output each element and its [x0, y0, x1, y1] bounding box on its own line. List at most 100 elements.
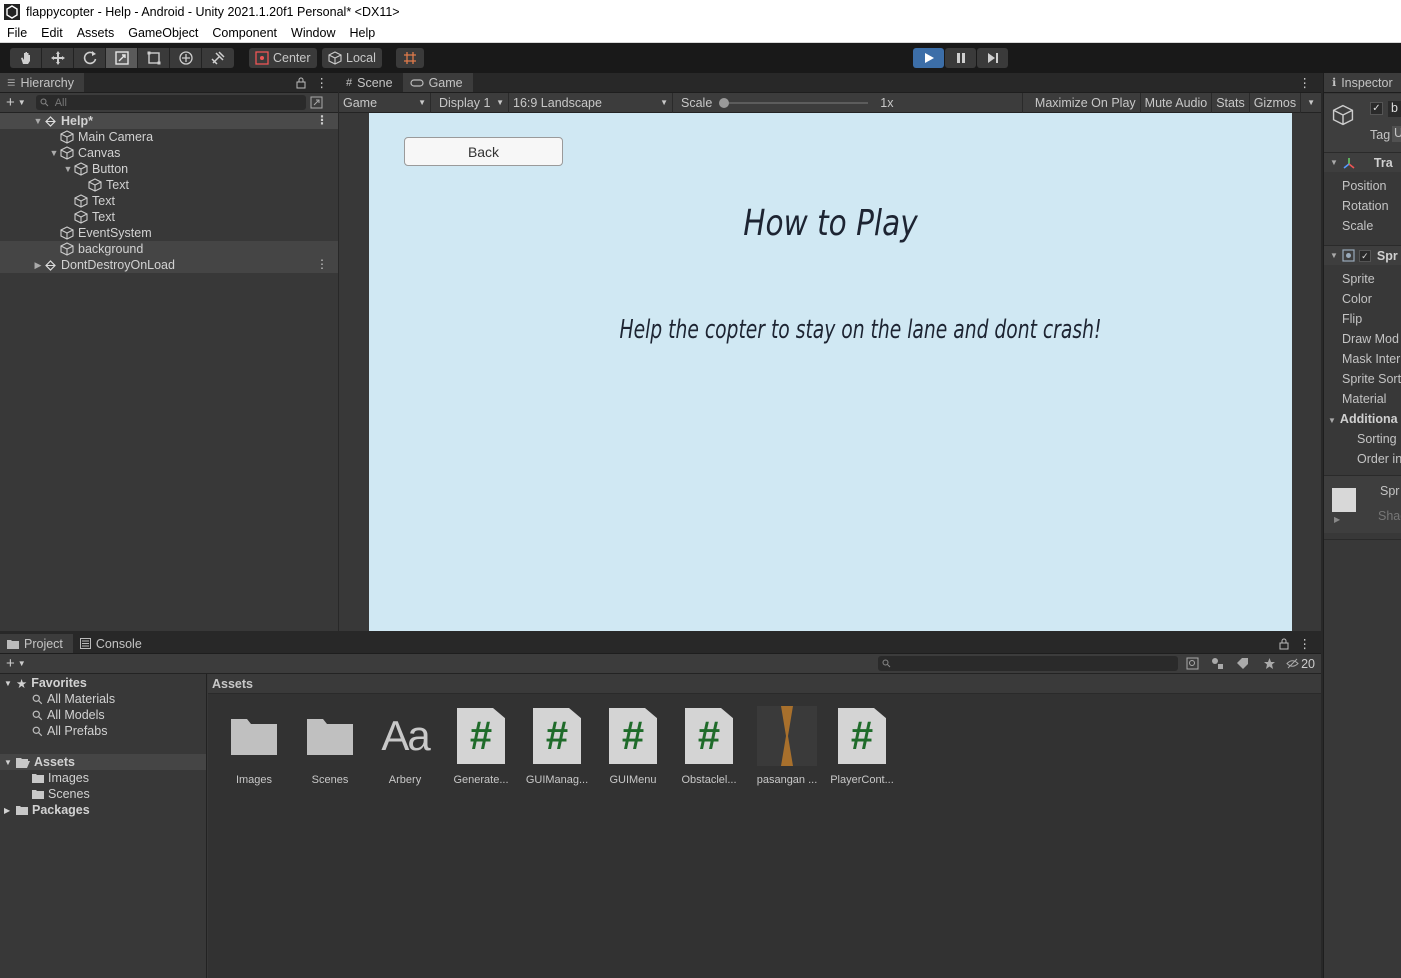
hidden-packages-toggle[interactable]: 20	[1286, 657, 1315, 671]
favorite-all-materials[interactable]: All Materials	[0, 691, 206, 707]
favorite-all-models[interactable]: All Models	[0, 707, 206, 723]
project-search-input[interactable]	[878, 656, 1179, 671]
game-mode-dropdown[interactable]: Game ▼	[339, 92, 431, 113]
tab-inspector[interactable]: ℹ Inspector	[1324, 73, 1401, 92]
filter-by-type-icon[interactable]	[1211, 657, 1224, 670]
chevron-down-icon[interactable]: ▼	[18, 659, 26, 668]
scale-slider-thumb[interactable]	[719, 97, 730, 108]
hierarchy-menu-icon[interactable]: ⋮	[316, 75, 329, 92]
lock-icon[interactable]	[296, 77, 306, 89]
mute-audio-toggle[interactable]: Mute Audio	[1141, 92, 1213, 113]
favorites-star-icon[interactable]	[1263, 657, 1276, 670]
move-tool-button[interactable]	[42, 48, 74, 68]
gizmos-dropdown[interactable]: ▼	[1301, 93, 1321, 113]
asset-tile[interactable]: Images	[216, 706, 292, 786]
hierarchy-item-background[interactable]: background	[0, 241, 338, 257]
tab-game[interactable]: Game	[402, 73, 473, 92]
favorites-foldout[interactable]: ▼ ★ Favorites	[0, 675, 206, 691]
filter-by-label-icon[interactable]	[1236, 657, 1249, 670]
tab-hierarchy[interactable]: Hierarchy	[0, 73, 84, 92]
hierarchy-toolbar: + ▼ All	[0, 93, 338, 113]
rect-tool-button[interactable]	[138, 48, 170, 68]
scale-tool-button[interactable]	[106, 48, 138, 68]
lock-icon[interactable]	[1279, 638, 1289, 650]
scale-slider[interactable]	[719, 97, 869, 108]
game-render-canvas[interactable]: Back How to Play Help the copter to stay…	[369, 113, 1292, 631]
additional-settings-foldout[interactable]: ▼ Additiona	[1328, 412, 1398, 426]
menu-help[interactable]: Help	[342, 25, 382, 42]
object-name-field[interactable]: b	[1388, 101, 1401, 117]
hierarchy-search-input[interactable]: All	[35, 95, 306, 110]
menu-edit[interactable]: Edit	[34, 25, 70, 42]
menu-component[interactable]: Component	[205, 25, 284, 42]
assets-folder-images[interactable]: Images	[0, 770, 206, 786]
pivot-local-button[interactable]: Local	[322, 48, 382, 68]
search-scope-icon[interactable]	[1186, 657, 1199, 670]
menu-file[interactable]: File	[0, 25, 34, 42]
custom-tool-button[interactable]	[202, 48, 234, 68]
menu-window[interactable]: Window	[284, 25, 342, 42]
packages-folder[interactable]: ▶ Packages	[0, 802, 206, 818]
asset-tile[interactable]: Scenes	[292, 706, 368, 786]
scene-row-dontdestroyonload[interactable]: ▶ DontDestroyOnLoad ⋮	[0, 257, 338, 273]
scene-menu-icon[interactable]: ⋮	[316, 257, 328, 271]
transform-tool-button[interactable]	[170, 48, 202, 68]
scene-row-help[interactable]: ▼ Help* ⋮	[0, 113, 338, 129]
gizmos-toggle[interactable]: Gizmos	[1250, 92, 1302, 113]
scene-visibility-icon[interactable]	[310, 96, 323, 109]
hierarchy-item-eventsystem[interactable]: EventSystem	[0, 225, 338, 241]
asset-tile[interactable]: # GUIManag...	[519, 706, 595, 786]
assets-root-folder[interactable]: ▼ Assets	[0, 754, 206, 770]
sprite-renderer-enabled-checkbox[interactable]: ✓	[1358, 249, 1371, 262]
assets-folder-scenes[interactable]: Scenes	[0, 786, 206, 802]
hierarchy-item-main-camera[interactable]: Main Camera	[0, 129, 338, 145]
asset-tile[interactable]: # PlayerCont...	[824, 706, 900, 786]
expand-arrow-icon[interactable]: ▼	[48, 148, 60, 158]
tag-dropdown[interactable]: U	[1392, 126, 1401, 142]
asset-tile[interactable]: Aa Arbery	[367, 706, 443, 786]
aspect-dropdown[interactable]: 16:9 Landscape ▼	[509, 92, 673, 113]
hierarchy-item-text-1[interactable]: Text	[0, 193, 338, 209]
create-add-icon[interactable]: +	[6, 655, 15, 672]
menu-assets[interactable]: Assets	[70, 25, 122, 42]
tab-scene[interactable]: # Scene	[339, 73, 403, 92]
tab-console[interactable]: Console	[73, 634, 152, 653]
asset-label: Generate...	[453, 774, 509, 786]
step-button[interactable]	[977, 48, 1008, 68]
display-dropdown[interactable]: Display 1 ▼	[431, 92, 509, 113]
expand-arrow-icon[interactable]: ▶	[1334, 515, 1340, 524]
active-checkbox[interactable]: ✓	[1370, 102, 1383, 115]
hierarchy-item-button[interactable]: ▼ Button	[0, 161, 338, 177]
create-add-icon[interactable]: +	[6, 94, 15, 111]
stats-toggle[interactable]: Stats	[1212, 92, 1250, 113]
pivot-center-button[interactable]: Center	[249, 48, 317, 68]
asset-tile[interactable]: # Generate...	[443, 706, 519, 786]
scene-menu-icon[interactable]: ⋮	[316, 113, 328, 127]
hierarchy-item-text-2[interactable]: Text	[0, 209, 338, 225]
sprite-renderer-header[interactable]: ▼ ✓ Spr	[1324, 245, 1401, 265]
project-menu-icon[interactable]: ⋮	[1299, 636, 1312, 653]
rotate-tool-button[interactable]	[74, 48, 106, 68]
menu-gameobject[interactable]: GameObject	[121, 25, 205, 42]
transform-component-header[interactable]: ▼ Tra	[1324, 152, 1401, 172]
back-button[interactable]: Back	[404, 137, 563, 166]
pause-button[interactable]	[945, 48, 976, 68]
hierarchy-item-canvas[interactable]: ▼ Canvas	[0, 145, 338, 161]
game-view-menu-icon[interactable]: ⋮	[1299, 75, 1312, 92]
hand-tool-button[interactable]	[10, 48, 42, 68]
breadcrumb-assets[interactable]: Assets	[212, 677, 253, 691]
play-button[interactable]	[913, 48, 944, 68]
expand-arrow-icon[interactable]: ▼	[32, 116, 44, 126]
favorite-all-prefabs[interactable]: All Prefabs	[0, 723, 206, 739]
expand-arrow-icon[interactable]: ▼	[62, 164, 74, 174]
grid-snap-button[interactable]	[396, 48, 424, 68]
maximize-on-play-toggle[interactable]: Maximize On Play	[1031, 92, 1141, 113]
asset-tile[interactable]: # GUIMenu	[595, 706, 671, 786]
hierarchy-item-label: Canvas	[78, 146, 121, 160]
expand-arrow-icon[interactable]: ▶	[32, 260, 44, 271]
tab-project[interactable]: Project	[0, 634, 73, 653]
asset-tile[interactable]: # Obstaclel...	[671, 706, 747, 786]
hierarchy-item-button-text[interactable]: Text	[0, 177, 338, 193]
asset-tile[interactable]: pasangan ...	[749, 706, 825, 786]
chevron-down-icon[interactable]: ▼	[18, 98, 26, 107]
